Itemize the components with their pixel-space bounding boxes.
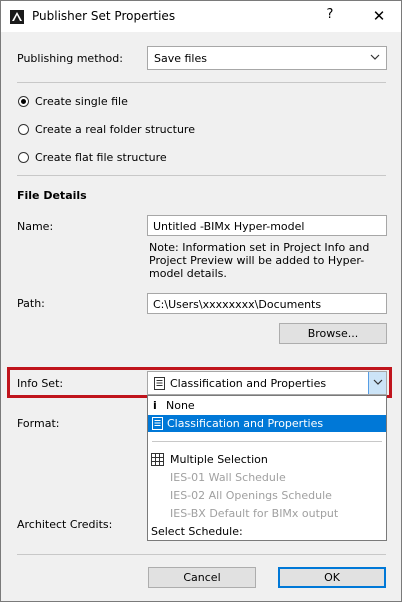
path-label: Path: bbox=[17, 297, 45, 310]
radio-label: Create flat file structure bbox=[35, 151, 167, 164]
radio-label: Create single file bbox=[35, 95, 128, 108]
publishing-method-select[interactable]: Save files bbox=[147, 46, 387, 70]
chevron-down-icon bbox=[370, 54, 380, 60]
dropdown-item-label: IES-BX Default for BIMx output bbox=[170, 507, 339, 520]
dropdown-item-classification[interactable]: Classification and Properties bbox=[148, 415, 386, 432]
ok-button[interactable]: OK bbox=[278, 567, 386, 588]
radio-button[interactable] bbox=[18, 152, 29, 163]
title-bar[interactable]: Publisher Set Properties ? ✕ bbox=[1, 1, 401, 32]
dropdown-item-select-schedule[interactable]: Select Schedule: bbox=[148, 523, 386, 540]
info-icon: i bbox=[153, 399, 157, 412]
info-set-label: Info Set: bbox=[17, 377, 64, 390]
dialog-title: Publisher Set Properties bbox=[32, 9, 176, 23]
radio-button-selected[interactable] bbox=[18, 96, 29, 107]
document-icon bbox=[154, 377, 165, 390]
chevron-down-icon bbox=[373, 379, 383, 385]
divider bbox=[17, 82, 386, 83]
info-set-value: Classification and Properties bbox=[170, 377, 327, 390]
radio-button[interactable] bbox=[18, 124, 29, 135]
dropdown-item-label: IES-02 All Openings Schedule bbox=[170, 489, 332, 502]
info-set-dropdown-button[interactable] bbox=[368, 372, 386, 394]
close-button[interactable]: ✕ bbox=[371, 7, 387, 25]
divider bbox=[17, 175, 386, 176]
cancel-button[interactable]: Cancel bbox=[148, 567, 256, 588]
dropdown-item-ies-bx: IES-BX Default for BIMx output bbox=[148, 505, 386, 522]
architect-credits-label: Architect Credits: bbox=[17, 518, 113, 531]
name-field-value: Untitled -BIMx Hyper-model bbox=[153, 220, 305, 233]
dropdown-item-label: Multiple Selection bbox=[170, 453, 268, 466]
format-label: Format: bbox=[17, 417, 60, 430]
dropdown-item-label: Select Schedule: bbox=[151, 525, 243, 538]
info-note: Note: Information set in Project Info an… bbox=[149, 241, 370, 280]
divider bbox=[17, 554, 386, 555]
publishing-method-value: Save files bbox=[154, 52, 207, 65]
path-field-value: C:\Users\xxxxxxxx\Documents bbox=[153, 298, 322, 311]
dropdown-item-ies-01: IES-01 Wall Schedule bbox=[148, 469, 386, 486]
radio-label: Create a real folder structure bbox=[35, 123, 195, 136]
dialog-window: Publisher Set Properties ? ✕ Publishing … bbox=[0, 0, 402, 602]
name-field[interactable]: Untitled -BIMx Hyper-model bbox=[147, 215, 387, 236]
grid-icon bbox=[151, 453, 164, 466]
browse-button[interactable]: Browse... bbox=[279, 323, 387, 344]
dropdown-item-label: None bbox=[166, 399, 195, 412]
info-set-select[interactable]: Classification and Properties bbox=[147, 371, 387, 395]
document-icon bbox=[152, 417, 163, 430]
dropdown-item-label: IES-01 Wall Schedule bbox=[170, 471, 286, 484]
file-details-heading: File Details bbox=[17, 189, 87, 202]
name-label: Name: bbox=[17, 220, 54, 233]
dropdown-divider bbox=[152, 441, 382, 442]
dropdown-item-multiple-selection[interactable]: Multiple Selection bbox=[148, 451, 386, 468]
app-icon bbox=[10, 10, 24, 24]
path-field[interactable]: C:\Users\xxxxxxxx\Documents bbox=[147, 293, 387, 314]
dropdown-item-none[interactable]: i None bbox=[148, 397, 386, 414]
dropdown-item-ies-02: IES-02 All Openings Schedule bbox=[148, 487, 386, 504]
help-button[interactable]: ? bbox=[323, 7, 337, 22]
info-set-dropdown-list: i None Classification and Properties Mul… bbox=[147, 395, 387, 541]
dropdown-item-label: Classification and Properties bbox=[167, 417, 324, 430]
publishing-method-label: Publishing method: bbox=[17, 52, 123, 65]
